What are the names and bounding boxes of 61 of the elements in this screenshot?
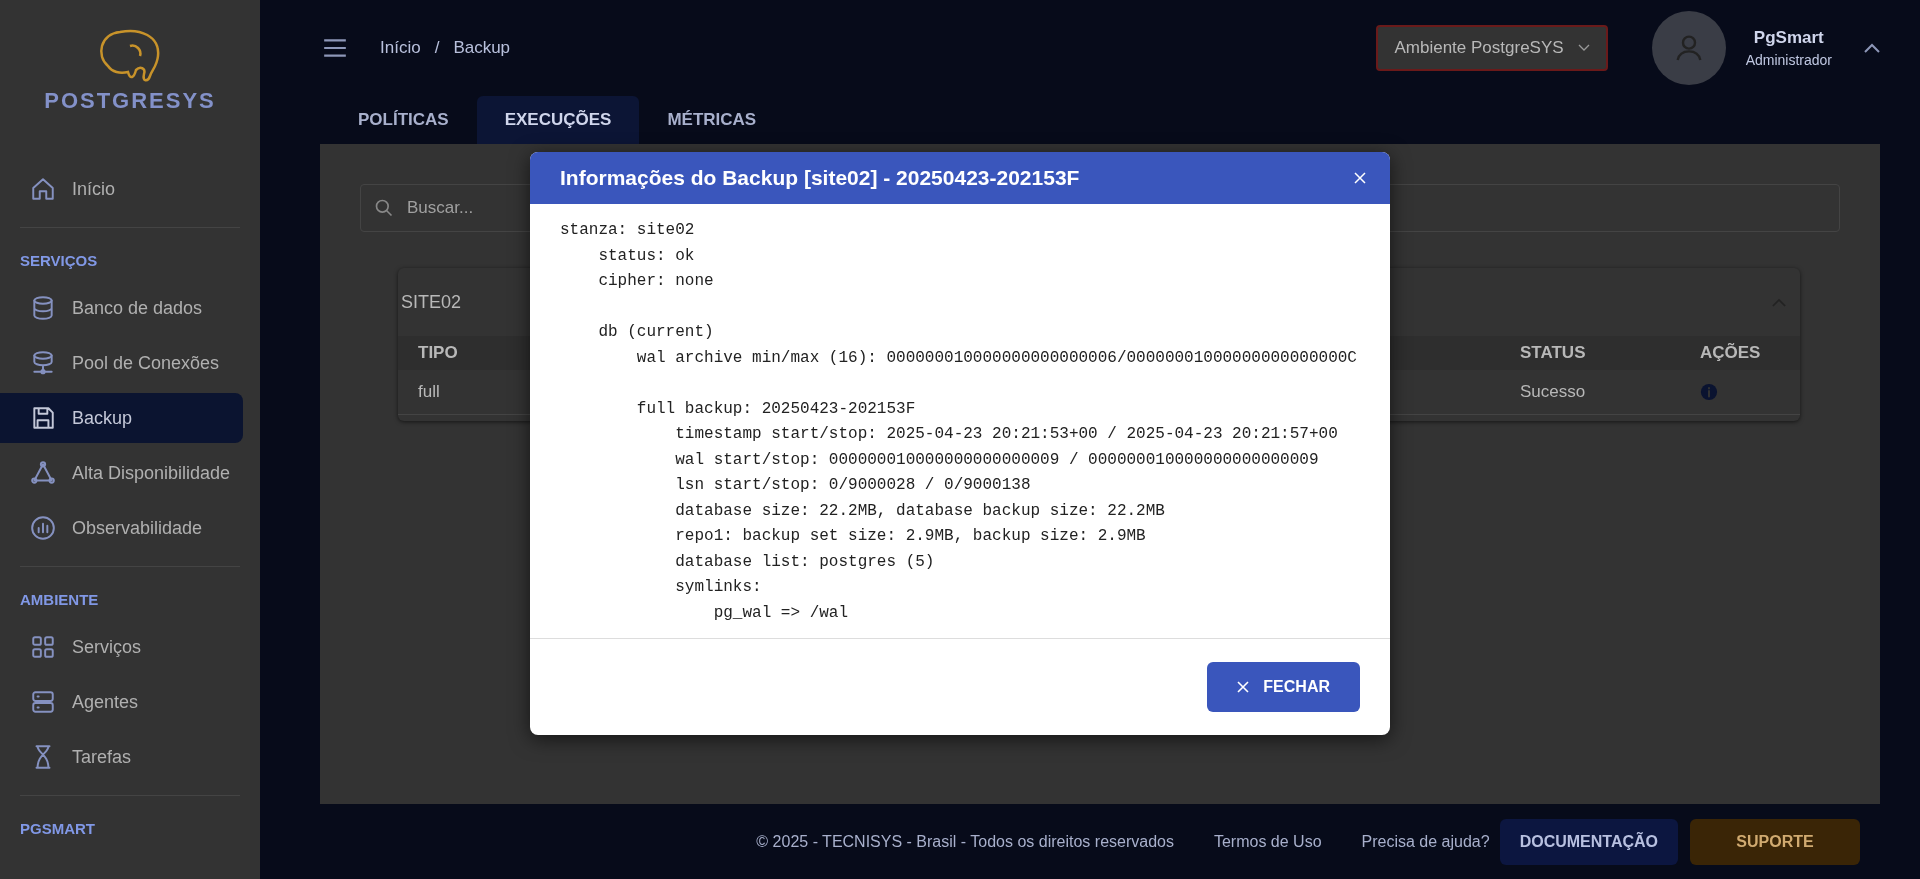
chevron-down-icon [1577, 44, 1590, 52]
footer-link[interactable]: Termos de Uso [1213, 832, 1322, 851]
code-line: lsn start/stop: 0/9000028 / 0/9000138 [674, 475, 1031, 496]
section-heading: AMBIENTE [19, 591, 100, 608]
code-line: symlinks: [674, 577, 762, 598]
sidebar-item[interactable]: Serviços [0, 622, 243, 672]
section-heading: SERVIÇOS [19, 252, 99, 269]
grid-icon [30, 634, 56, 660]
sidebar-item[interactable]: Banco de dados [0, 283, 243, 333]
sidebar-item[interactable]: Tarefas [0, 732, 243, 782]
sidebar-item[interactable]: Início [0, 164, 243, 214]
column-header: TIPO [418, 343, 458, 363]
logo-text: POSTGRESYS [44, 88, 216, 114]
close-icon [1237, 681, 1250, 693]
breadcrumb-link[interactable]: Backup [453, 38, 511, 58]
sidebar-item[interactable]: Alta Disponibilidade [0, 448, 243, 498]
environment-dropdown[interactable]: Ambiente PostgreSYS [1376, 25, 1608, 71]
section-heading: PGSMART [19, 820, 96, 837]
sidebar-item[interactable]: Pool de Conexões [0, 338, 243, 388]
server-icon [30, 689, 56, 715]
table-cell: Sucesso [1520, 382, 1586, 402]
code-line: db (current) [597, 322, 714, 343]
code-line: stanza: site02 [560, 220, 695, 241]
documentation-button[interactable]: DOCUMENTAÇÃO [1499, 818, 1678, 865]
tab[interactable]: MÉTRICAS [639, 96, 785, 144]
database-icon [30, 295, 56, 321]
column-header: STATUS [1520, 343, 1586, 363]
close-button[interactable]: FECHAR [1207, 662, 1360, 712]
column-header: AÇÕES [1700, 343, 1761, 363]
user-name: PgSmart [1753, 28, 1824, 48]
code-line: status: ok [597, 245, 695, 267]
code-line: database size: 22.2MB, database backup size: 22.2MB [674, 500, 1165, 522]
home-icon [30, 176, 56, 202]
code-line: wal archive min/max (16): 000000010000000000000006/00000001000000000000000C [635, 347, 1357, 369]
user-role: Administrador [1745, 52, 1832, 68]
server-stack-icon [30, 350, 56, 376]
breadcrumb-link[interactable]: Início [380, 38, 421, 58]
modal-title: Informações do Backup [site02] - 20250423-202153F [560, 166, 1080, 190]
table-cell: full [418, 382, 440, 402]
tab[interactable]: EXECUÇÕES [476, 96, 640, 144]
support-button[interactable]: SUPORTE [1690, 818, 1860, 865]
code-line: cipher: none [597, 271, 714, 292]
code-line: pg_wal => /wal [712, 602, 849, 624]
code-line: repo1: backup set size: 2.9MB, backup size: 2.9MB [674, 526, 1146, 547]
breadcrumb-separator: / [434, 38, 440, 58]
sidebar-item[interactable]: Agentes [0, 677, 243, 727]
code-line: database list: postgres (5) [674, 551, 935, 573]
chevron-up-icon[interactable] [1864, 43, 1880, 53]
code-line: wal start/stop: 000000010000000000000009 / 000000010000000000000009 [674, 449, 1319, 471]
sidebar-item[interactable]: Observabilidade [0, 503, 243, 553]
code-line: full backup: 20250423-202153F [635, 398, 916, 420]
copyright-text: © 2025 - TECNISYS - Brasil - Todos os direitos reservados [756, 832, 1174, 851]
footer-link[interactable]: Precisa de ajuda? [1361, 832, 1490, 851]
close-icon[interactable] [1354, 172, 1366, 184]
sidebar-item[interactable]: Backup [0, 393, 243, 443]
bar-chart-icon [30, 515, 56, 541]
triangle-nodes-icon [30, 460, 56, 486]
card-title: SITE02 [401, 291, 462, 313]
tab[interactable]: POLÍTICAS [330, 96, 477, 144]
code-line: timestamp start/stop: 2025-04-23 20:21:53+00 / 2025-04-23 20:21:57+00 [674, 424, 1338, 445]
search-icon [374, 198, 394, 218]
